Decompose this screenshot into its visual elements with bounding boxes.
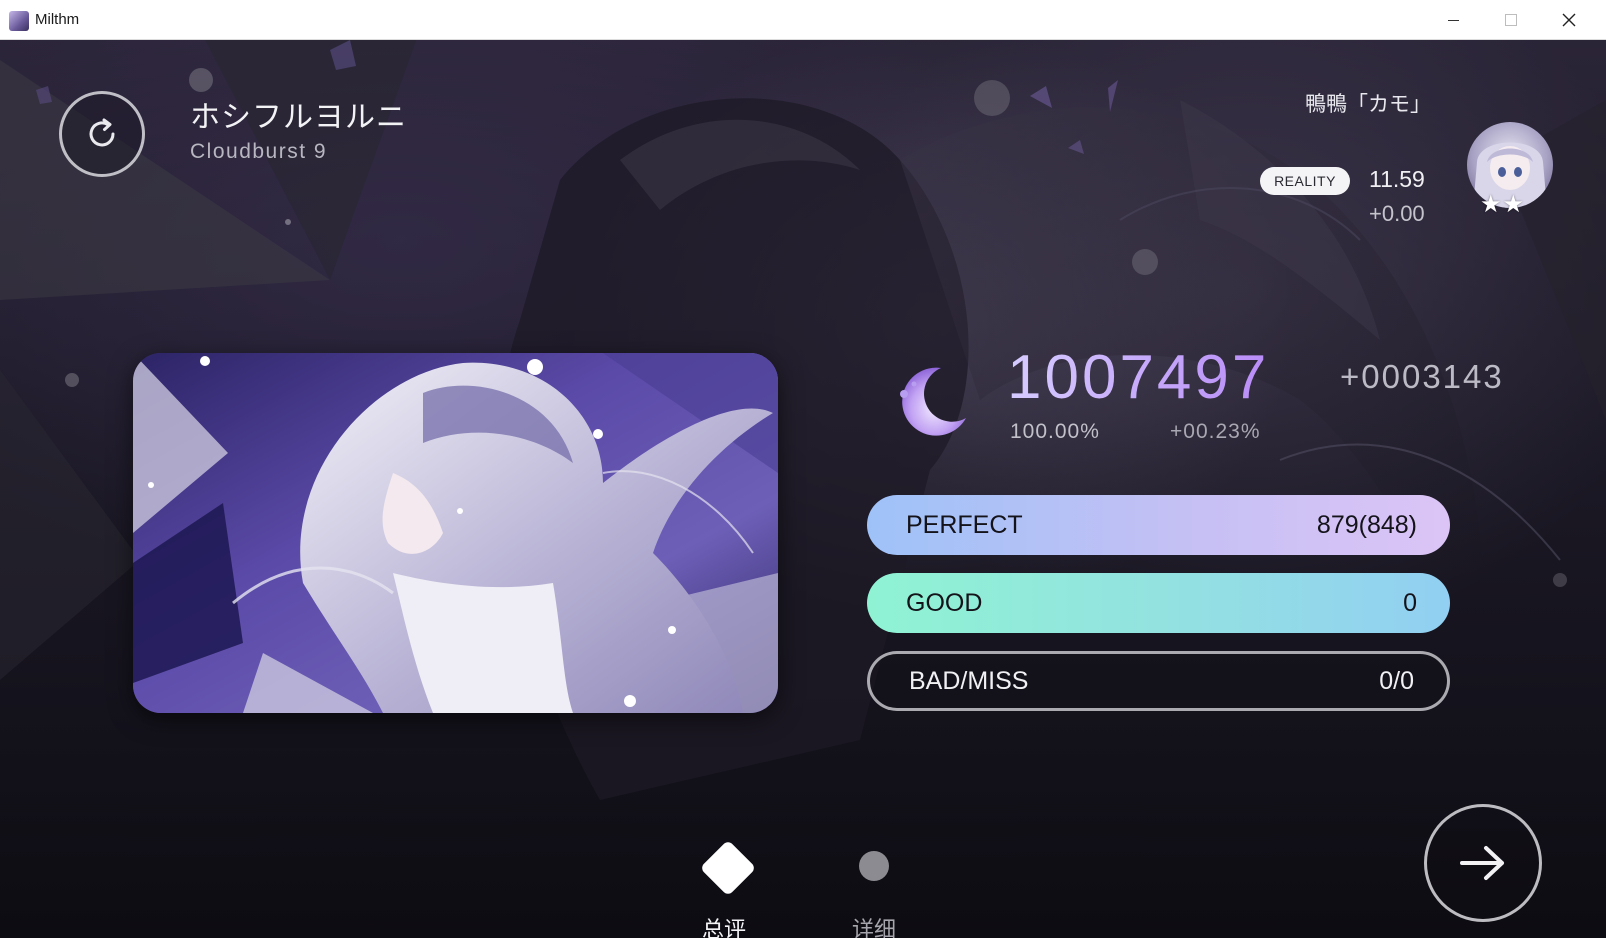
bad-miss-bar: BAD/MISS 0/0 [867,651,1450,711]
perfect-label: PERFECT [906,510,1023,539]
arrow-right-icon [1460,846,1504,880]
close-button[interactable] [1540,0,1598,40]
good-bar: GOOD 0 [867,573,1450,633]
maximize-icon [1505,14,1517,26]
crescent-moon-icon [900,367,966,436]
title-bar: Milthm [0,0,1606,40]
retry-icon [89,118,115,147]
tab-overview[interactable]: 总评 [702,912,746,938]
jacket-illustration [133,353,778,713]
bad-miss-count: 0/0 [1379,666,1414,695]
song-difficulty: Cloudburst 9 [190,140,328,163]
window-title: Milthm [35,11,80,28]
maximize-button[interactable] [1482,0,1540,40]
reality-badge: REALITY [1260,167,1350,195]
accuracy-delta: +00.23% [1170,420,1261,443]
minimize-button[interactable] [1424,0,1482,40]
score: 1007497 [1007,343,1270,412]
player-name: 鴨鴨「カモ」 [1305,92,1431,116]
song-title: ホシフルヨルニ [190,100,407,135]
tab-details-dot-icon[interactable] [859,851,889,881]
minimize-icon [1447,19,1459,21]
score-delta: +0003143 [1340,358,1504,395]
perfect-bar: PERFECT 879(848) [867,495,1450,555]
accuracy: 100.00% [1010,420,1100,443]
next-button[interactable] [1424,804,1542,922]
tab-details[interactable]: 详细 [852,912,896,938]
app-window: Milthm ホシフルヨルニ Cloudburst 9 鴨鴨「カモ」 REALI… [0,0,1606,938]
result-screen: ホシフルヨルニ Cloudburst 9 鴨鴨「カモ」 REALITY 11.5… [0,40,1606,938]
player-rating: 11.59 [1369,166,1425,192]
rating-delta: +0.00 [1369,201,1425,226]
avatar-stars: ★★ [1480,190,1526,218]
retry-button[interactable] [59,91,145,177]
good-label: GOOD [906,588,983,617]
close-icon [1562,13,1576,27]
good-count: 0 [1403,588,1417,617]
app-icon [9,11,29,31]
perfect-count: 879(848) [1316,510,1417,539]
bad-miss-label: BAD/MISS [909,666,1029,695]
song-jacket [133,353,778,713]
